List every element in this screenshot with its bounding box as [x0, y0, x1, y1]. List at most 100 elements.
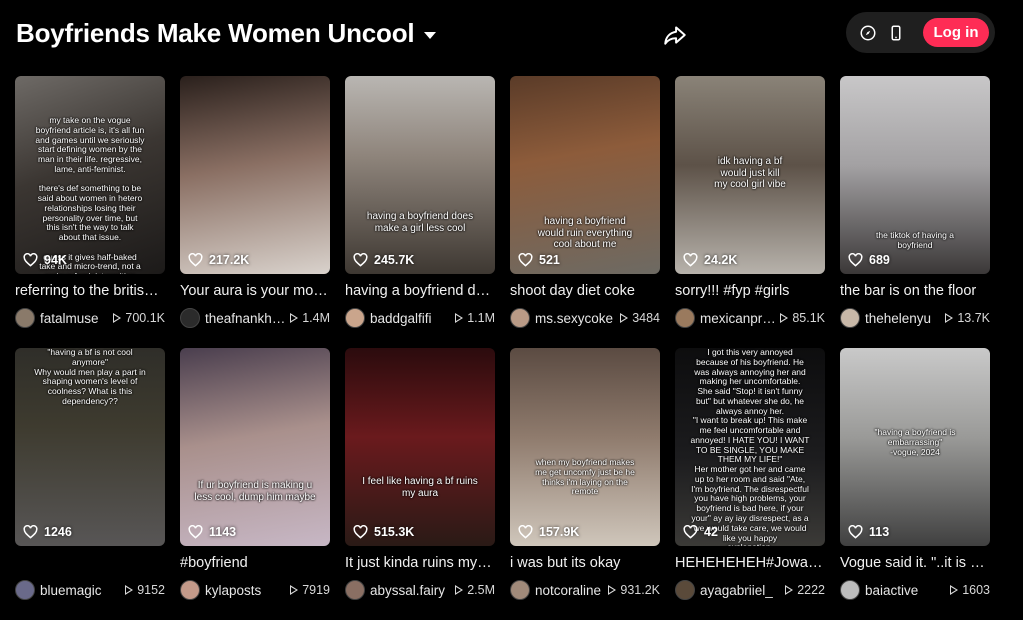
chevron-down-icon	[424, 32, 437, 39]
video-caption[interactable]: #boyfriend	[180, 555, 330, 571]
scrollbar[interactable]	[1015, 60, 1023, 617]
avatar[interactable]	[840, 580, 860, 600]
title-dropdown[interactable]: Boyfriends Make Women Uncool	[16, 18, 437, 49]
video-card[interactable]: idk having a bf would just kill my cool …	[675, 76, 825, 348]
video-card[interactable]: "having a boyfriend is embarrassing" -vo…	[840, 348, 990, 620]
video-caption[interactable]: the bar is on the floor	[840, 283, 990, 299]
view-count: 85.1K	[780, 311, 825, 325]
view-count: 1.1M	[455, 311, 495, 325]
like-count: 1246	[23, 525, 72, 539]
author-name[interactable]: thehelenyu	[865, 311, 941, 326]
login-button[interactable]: Log in	[923, 18, 989, 47]
avatar[interactable]	[510, 580, 530, 600]
play-icon	[785, 585, 794, 595]
avatar[interactable]	[345, 580, 365, 600]
play-icon	[780, 313, 789, 323]
video-meta: mexicanprincess 85.1K	[675, 307, 825, 329]
avatar[interactable]	[180, 308, 200, 328]
video-thumbnail[interactable]: my take on the vogue boyfriend article i…	[15, 76, 165, 274]
video-thumbnail[interactable]: the tiktok of having a boyfriend 689	[840, 76, 990, 274]
thumbnail-overlay-text: If ur boyfriend is making u less cool, d…	[194, 480, 316, 503]
video-thumbnail[interactable]: I feel like having a bf ruins my aura 515…	[345, 348, 495, 546]
video-meta: theafnankhan 1.4M	[180, 307, 330, 329]
thumbnail-overlay-text: "having a boyfriend is embarrassing" -vo…	[874, 427, 956, 457]
like-count-text: 515.3K	[374, 525, 415, 539]
video-thumbnail[interactable]: "having a bf is not cool anymore" Why wo…	[15, 348, 165, 546]
author-name[interactable]: mexicanprincess	[700, 311, 776, 326]
compass-icon[interactable]	[859, 24, 877, 42]
author-name[interactable]: baddgalfifi	[370, 311, 451, 326]
like-count: 217.2K	[188, 253, 249, 267]
avatar[interactable]	[510, 308, 530, 328]
header: Boyfriends Make Women Uncool Log in	[0, 0, 1023, 70]
video-card[interactable]: my take on the vogue boyfriend article i…	[15, 76, 165, 348]
video-card[interactable]: having a boyfriend would ruin everything…	[510, 76, 660, 348]
play-icon	[608, 585, 617, 595]
heart-icon	[848, 253, 863, 267]
video-card[interactable]: I got this very annoyed because of his b…	[675, 348, 825, 620]
avatar[interactable]	[840, 308, 860, 328]
author-name[interactable]: ayagabriiel_	[700, 583, 781, 598]
video-caption[interactable]: sorry!!! #fyp #girls	[675, 283, 825, 299]
video-caption[interactable]: HEHEHEHEH#JowaSerye	[675, 555, 825, 571]
view-count: 1603	[950, 583, 990, 597]
video-caption[interactable]: Your aura is your most important asset	[180, 283, 330, 299]
like-count-text: 157.9K	[539, 525, 580, 539]
video-caption[interactable]: shoot day diet coke	[510, 283, 660, 299]
heart-icon	[23, 253, 38, 267]
play-icon	[455, 313, 464, 323]
author-name[interactable]: notcoraline	[535, 583, 604, 598]
like-count: 245.7K	[353, 253, 414, 267]
video-thumbnail[interactable]: idk having a bf would just kill my cool …	[675, 76, 825, 274]
avatar[interactable]	[15, 580, 35, 600]
thumbnail-overlay-text: I got this very annoyed because of his b…	[690, 348, 810, 546]
video-card[interactable]: "having a bf is not cool anymore" Why wo…	[15, 348, 165, 620]
video-card[interactable]: I feel like having a bf ruins my aura 515…	[345, 348, 495, 620]
video-thumbnail[interactable]: 217.2K	[180, 76, 330, 274]
author-name[interactable]: ms.sexycoke	[535, 311, 616, 326]
share-icon[interactable]	[662, 22, 688, 48]
avatar[interactable]	[345, 308, 365, 328]
video-caption[interactable]: i was but its okay	[510, 555, 660, 571]
author-name[interactable]: abyssal.fairy	[370, 583, 451, 598]
like-count: 24.2K	[683, 253, 737, 267]
mobile-icon[interactable]	[887, 24, 905, 42]
like-count-text: 521	[539, 253, 560, 267]
thumbnail-overlay-text: the tiktok of having a boyfriend	[876, 230, 954, 250]
view-count-text: 1.1M	[467, 311, 495, 325]
video-meta: bluemagic 9152	[15, 579, 165, 601]
author-name[interactable]: kylaposts	[205, 583, 286, 598]
video-thumbnail[interactable]: "having a boyfriend is embarrassing" -vo…	[840, 348, 990, 546]
like-count-text: 94K	[44, 253, 67, 267]
video-thumbnail[interactable]: having a boyfriend would ruin everything…	[510, 76, 660, 274]
video-card[interactable]: when my boyfriend makes me get uncomfy j…	[510, 348, 660, 620]
video-card[interactable]: If ur boyfriend is making u less cool, d…	[180, 348, 330, 620]
video-caption[interactable]: having a boyfriend does make a girl less…	[345, 283, 495, 299]
avatar[interactable]	[675, 580, 695, 600]
author-name[interactable]: baiactive	[865, 583, 946, 598]
avatar[interactable]	[675, 308, 695, 328]
video-caption[interactable]: It just kinda ruins my aura	[345, 555, 495, 571]
video-card[interactable]: having a boyfriend does make a girl less…	[345, 76, 495, 348]
author-name[interactable]: bluemagic	[40, 583, 121, 598]
view-count-text: 7919	[302, 583, 330, 597]
video-thumbnail[interactable]: having a boyfriend does make a girl less…	[345, 76, 495, 274]
video-thumbnail[interactable]: I got this very annoyed because of his b…	[675, 348, 825, 546]
video-meta: kylaposts 7919	[180, 579, 330, 601]
video-card[interactable]: the tiktok of having a boyfriend 689 the b…	[840, 76, 990, 348]
author-name[interactable]: theafnankhan	[205, 311, 286, 326]
video-thumbnail[interactable]: If ur boyfriend is making u less cool, d…	[180, 348, 330, 546]
author-name[interactable]: fatalmuse	[40, 311, 109, 326]
like-count-text: 24.2K	[704, 253, 738, 267]
video-caption[interactable]: Vogue said it. "..it is embarrassing"	[840, 555, 990, 571]
heart-icon	[518, 253, 533, 267]
avatar[interactable]	[15, 308, 35, 328]
video-meta: ms.sexycoke 3484	[510, 307, 660, 329]
video-thumbnail[interactable]: when my boyfriend makes me get uncomfy j…	[510, 348, 660, 546]
video-card[interactable]: 217.2K Your aura is your most important a…	[180, 76, 330, 348]
like-count: 515.3K	[353, 525, 414, 539]
video-caption[interactable]: referring to the british vogue article	[15, 283, 165, 299]
thumbnail-overlay-text: having a boyfriend does make a girl less…	[366, 211, 474, 234]
avatar[interactable]	[180, 580, 200, 600]
like-count-text: 1143	[209, 525, 237, 539]
